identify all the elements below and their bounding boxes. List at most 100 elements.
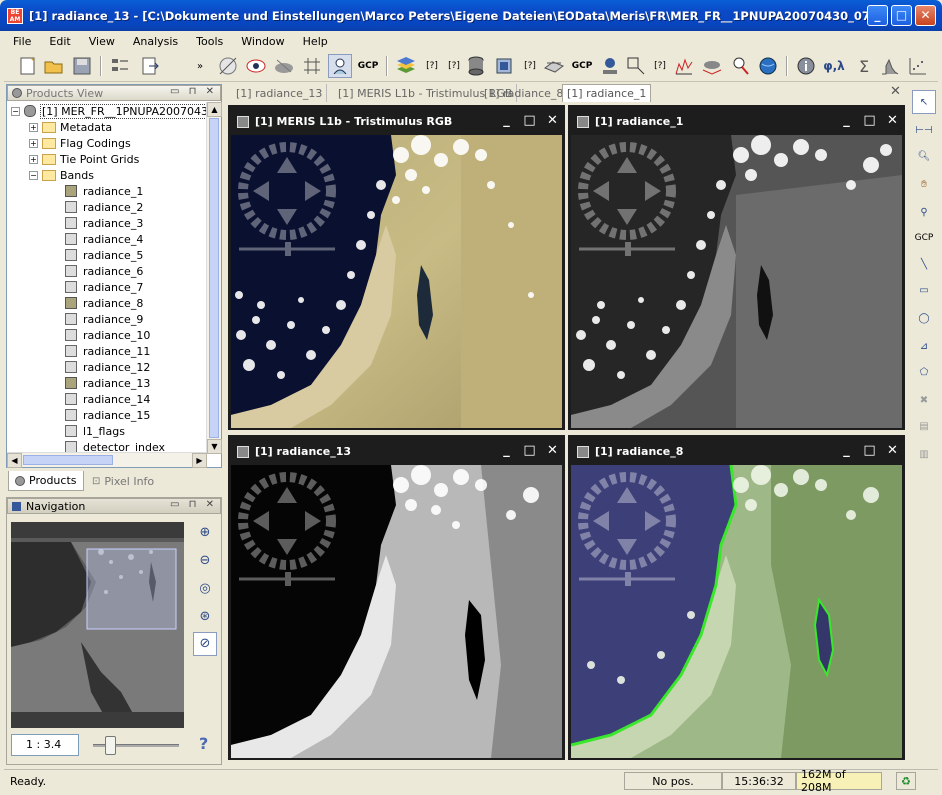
scroll-up-icon[interactable]: ▲	[207, 102, 222, 117]
frame-maximize-button[interactable]: □	[519, 111, 540, 132]
frame-minimize-button[interactable]: _	[836, 441, 857, 462]
open-product-icon[interactable]	[42, 54, 66, 78]
frame-maximize-button[interactable]: □	[519, 441, 540, 462]
frame-close-button[interactable]: ✕	[882, 111, 903, 132]
zoom-in-icon[interactable]: ⊕	[193, 522, 217, 546]
band-item[interactable]: radiance_11	[65, 343, 150, 359]
frame-close-button[interactable]: ✕	[542, 111, 563, 132]
line-tool-icon[interactable]: ╲	[912, 252, 936, 276]
geo-coding-icon[interactable]	[624, 54, 648, 78]
frame-minimize-button[interactable]: _	[496, 441, 517, 462]
products-view-header[interactable]: Products View ▭ ⊓ ✕	[7, 85, 221, 101]
band-item[interactable]: radiance_9	[65, 311, 143, 327]
close-button[interactable]: ✕	[915, 5, 936, 26]
frame-maximize-button[interactable]: □	[859, 111, 880, 132]
band-item[interactable]: radiance_5	[65, 247, 143, 263]
radiance-8-image[interactable]	[571, 465, 902, 758]
frame-minimize-button[interactable]: _	[836, 111, 857, 132]
expand-icon[interactable]: +	[29, 154, 38, 164]
band-item[interactable]: radiance_4	[65, 231, 143, 247]
delete-shape-icon[interactable]: ✖	[912, 388, 936, 412]
statistics-button[interactable]: Σ	[852, 54, 876, 78]
zoom-slider-thumb[interactable]	[105, 736, 116, 755]
image-view-icon[interactable]	[244, 54, 268, 78]
scroll-right-icon[interactable]: ▶	[192, 453, 207, 468]
scatter-plot-icon[interactable]	[906, 54, 930, 78]
tree-node-metadata[interactable]: + Metadata	[29, 119, 112, 135]
toggle-overlay-icon[interactable]	[216, 54, 240, 78]
save-product-icon[interactable]	[70, 54, 94, 78]
gcp-tool-button[interactable]: GCP	[912, 226, 936, 250]
menu-window[interactable]: Window	[232, 35, 293, 48]
menu-edit[interactable]: Edit	[40, 35, 79, 48]
doc-tab-radiance-13[interactable]: [1] radiance_13	[232, 84, 328, 102]
band-item[interactable]: radiance_15	[65, 407, 150, 423]
menu-tools[interactable]: Tools	[187, 35, 232, 48]
maximize-button[interactable]: □	[891, 5, 912, 26]
pan-tool-icon[interactable]: ✋︎	[912, 172, 936, 196]
band-item[interactable]: radiance_8	[65, 295, 143, 311]
geo-coding-display[interactable]: φ,λ	[822, 54, 846, 78]
tree-root[interactable]: − [1] MER_FR__1PNUPA20070430_	[11, 103, 207, 119]
frame-header[interactable]: [1] radiance_1 _ □ ✕	[571, 108, 902, 135]
frame-close-button[interactable]: ✕	[542, 441, 563, 462]
doc-tab-radiance-1[interactable]: [1] radiance_1	[562, 84, 652, 102]
gcp-manager-button[interactable]: GCP	[570, 54, 594, 78]
collapse-icon[interactable]: −	[29, 170, 38, 180]
rectangle-tool-icon[interactable]: ▭	[912, 278, 936, 302]
gcp-overlay-button[interactable]: GCP	[356, 54, 380, 78]
info-icon[interactable]	[794, 54, 818, 78]
navigation-header[interactable]: Navigation ▭ ⊓ ✕	[7, 498, 221, 514]
h-scroll-thumb[interactable]	[23, 455, 113, 465]
panel-header-buttons[interactable]: ▭ ⊓ ✕	[170, 499, 217, 510]
frame-header[interactable]: [1] radiance_13 _ □ ✕	[231, 438, 562, 465]
doc-tab-radiance-8[interactable]: [1] radiance_8	[480, 84, 569, 102]
frame-radiance-8[interactable]: [1] radiance_8 _ □ ✕	[568, 435, 905, 760]
help-mark-1[interactable]: [?]	[420, 54, 444, 78]
range-finder-icon[interactable]: ⊢⊣	[912, 118, 936, 142]
frame-radiance-13[interactable]: [1] radiance_13 _ □ ✕	[228, 435, 565, 760]
polyline-tool-icon[interactable]: ⊿	[912, 334, 936, 358]
close-tab-icon[interactable]: ✕	[890, 84, 901, 99]
spectrum-icon[interactable]	[672, 54, 696, 78]
menu-file[interactable]: File	[4, 35, 40, 48]
radiance-1-image[interactable]	[571, 135, 902, 428]
band-arithmetic-icon[interactable]	[464, 54, 488, 78]
panel-header-buttons[interactable]: ▭ ⊓ ✕	[170, 86, 217, 97]
navigation-compass-icon[interactable]	[235, 139, 345, 262]
band-item[interactable]: radiance_13	[65, 375, 150, 391]
globe-icon[interactable]	[756, 54, 780, 78]
frame-maximize-button[interactable]: □	[859, 441, 880, 462]
band-item[interactable]: radiance_7	[65, 279, 143, 295]
world-map-icon[interactable]	[328, 54, 352, 78]
flag-overlay-icon[interactable]	[700, 54, 724, 78]
frame-header[interactable]: [1] radiance_8 _ □ ✕	[571, 438, 902, 465]
select-tool-icon[interactable]: ↖	[912, 90, 936, 114]
band-item[interactable]: radiance_6	[65, 263, 143, 279]
tree-node-tie-point-grids[interactable]: + Tie Point Grids	[29, 151, 139, 167]
minimize-button[interactable]: _	[867, 5, 888, 26]
export-icon[interactable]	[138, 54, 162, 78]
navigation-compass-icon[interactable]	[235, 469, 345, 592]
collapse-icon[interactable]: −	[11, 106, 20, 116]
tree-node-flag-codings[interactable]: + Flag Codings	[29, 135, 131, 151]
scroll-thumb[interactable]	[209, 118, 219, 438]
layers-icon[interactable]	[394, 54, 418, 78]
navigation-help-button[interactable]: ?	[199, 734, 208, 753]
ellipse-tool-icon[interactable]: ◯	[912, 306, 936, 330]
help-mark-4[interactable]: [?]	[648, 54, 672, 78]
new-product-icon[interactable]	[16, 54, 40, 78]
garbage-collect-icon[interactable]: ♻	[896, 772, 916, 790]
scale-field[interactable]: 1 : 3.4	[11, 734, 79, 756]
zoom-tool-icon[interactable]: 🔍︎	[912, 144, 936, 168]
band-item[interactable]: radiance_1	[65, 183, 143, 199]
pixel-info-icon[interactable]	[728, 54, 752, 78]
zoom-out-icon[interactable]: ⊖	[193, 550, 217, 574]
band-item[interactable]: radiance_10	[65, 327, 150, 343]
tree-node-bands[interactable]: − Bands	[29, 167, 94, 183]
frame-close-button[interactable]: ✕	[882, 441, 903, 462]
mask-overlay-icon[interactable]	[272, 54, 296, 78]
polygon-tool-icon[interactable]: ⬠	[912, 360, 936, 384]
help-mark-2[interactable]: [?]	[442, 54, 466, 78]
mosaic-icon[interactable]	[542, 54, 566, 78]
